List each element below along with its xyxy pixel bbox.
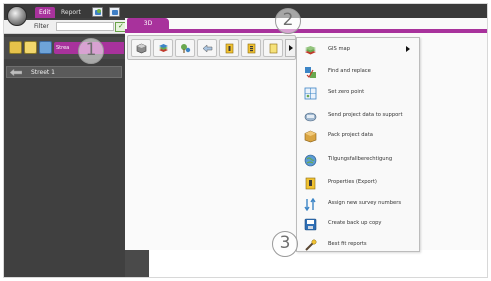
panel-splitter[interactable]	[125, 250, 149, 277]
street-icon	[10, 69, 22, 76]
panel-refresh-icon[interactable]	[39, 41, 52, 54]
callout-2: 2	[275, 8, 301, 34]
gis-map-icon	[305, 46, 316, 55]
send-support-icon	[304, 112, 317, 122]
route-icon	[202, 44, 213, 53]
submenu-arrow-icon	[406, 46, 410, 52]
panel-search-icon[interactable]	[24, 41, 37, 54]
application-menu-button[interactable]	[7, 6, 27, 26]
menu-item-find-replace[interactable]: Find and replace	[298, 63, 418, 81]
menu-item-label: Find and replace	[328, 68, 371, 74]
menu-item-send-support[interactable]: Send project data to support	[298, 107, 418, 125]
property-export-button[interactable]	[241, 39, 261, 57]
menu-item-best-fit-reports[interactable]: Best fit reports	[298, 236, 418, 254]
property-button[interactable]	[219, 39, 239, 57]
layers-button[interactable]	[153, 39, 173, 57]
survey-numbers-icon	[304, 198, 316, 211]
quick-access-export-icon[interactable]	[109, 7, 120, 17]
quick-access-map-icon[interactable]	[92, 7, 103, 17]
find-replace-icon	[305, 67, 316, 78]
menu-item-label: Send project data to support	[328, 112, 403, 118]
callout-3: 3	[272, 231, 298, 257]
menu-item-label: Assign new survey numbers	[328, 200, 402, 206]
tree-item-label: Street 1	[31, 69, 55, 76]
menu-item-pack-project[interactable]: Pack project data	[298, 127, 418, 145]
menu-item-tilgungsfallberechtigung[interactable]: Tilgungsfallberechtigung	[298, 151, 418, 169]
3d-box-button[interactable]	[131, 39, 151, 57]
menu-item-set-zero-point[interactable]: Set zero point	[298, 84, 418, 102]
backup-icon	[304, 218, 317, 231]
pack-icon	[304, 130, 317, 143]
menu-item-label: Best fit reports	[328, 241, 367, 247]
menu-item-label: Pack project data	[328, 132, 373, 138]
menu-item-label: Create back up copy	[328, 220, 382, 226]
view-tab-strip	[125, 29, 487, 33]
properties-export-icon	[305, 177, 316, 190]
toolbar-overflow-arrow-icon[interactable]	[285, 39, 296, 57]
3d-box-icon	[136, 43, 147, 54]
ribbon-tab-edit[interactable]: Edit	[35, 7, 55, 18]
panel-edit-icon[interactable]	[9, 41, 22, 54]
menu-item-properties-export[interactable]: Properties (Export)	[298, 174, 418, 192]
route-button[interactable]	[197, 39, 217, 57]
ribbon-tab-report[interactable]: Report	[57, 7, 85, 18]
menu-item-label: Tilgungsfallberechtigung	[328, 156, 393, 162]
tree-button[interactable]	[175, 39, 195, 57]
menu-item-label: Properties (Export)	[328, 179, 377, 185]
best-fit-icon	[305, 239, 317, 251]
toolbar-extra-button[interactable]	[263, 39, 283, 57]
tab-3d[interactable]: 3D	[127, 18, 169, 29]
document-icon	[269, 43, 278, 54]
panel-tab-street[interactable]: Strea	[54, 42, 72, 54]
tree-item-street-1[interactable]: Street 1	[6, 66, 122, 78]
menu-item-create-backup[interactable]: Create back up copy	[298, 215, 418, 233]
layers-icon	[159, 44, 168, 52]
property-export-icon	[247, 43, 256, 54]
callout-1: 1	[78, 38, 104, 64]
menu-item-gis-map[interactable]: GIS map	[298, 41, 418, 59]
tree-icon	[181, 44, 191, 53]
globe-icon	[304, 154, 317, 167]
menu-item-label: GIS map	[328, 46, 351, 52]
filter-label: Filter	[34, 23, 49, 30]
menu-item-label: Set zero point	[328, 89, 365, 95]
property-icon	[225, 43, 234, 54]
filter-input[interactable]	[56, 22, 114, 31]
zero-point-icon	[304, 87, 317, 100]
menu-item-assign-survey-numbers[interactable]: Assign new survey numbers	[298, 195, 418, 213]
